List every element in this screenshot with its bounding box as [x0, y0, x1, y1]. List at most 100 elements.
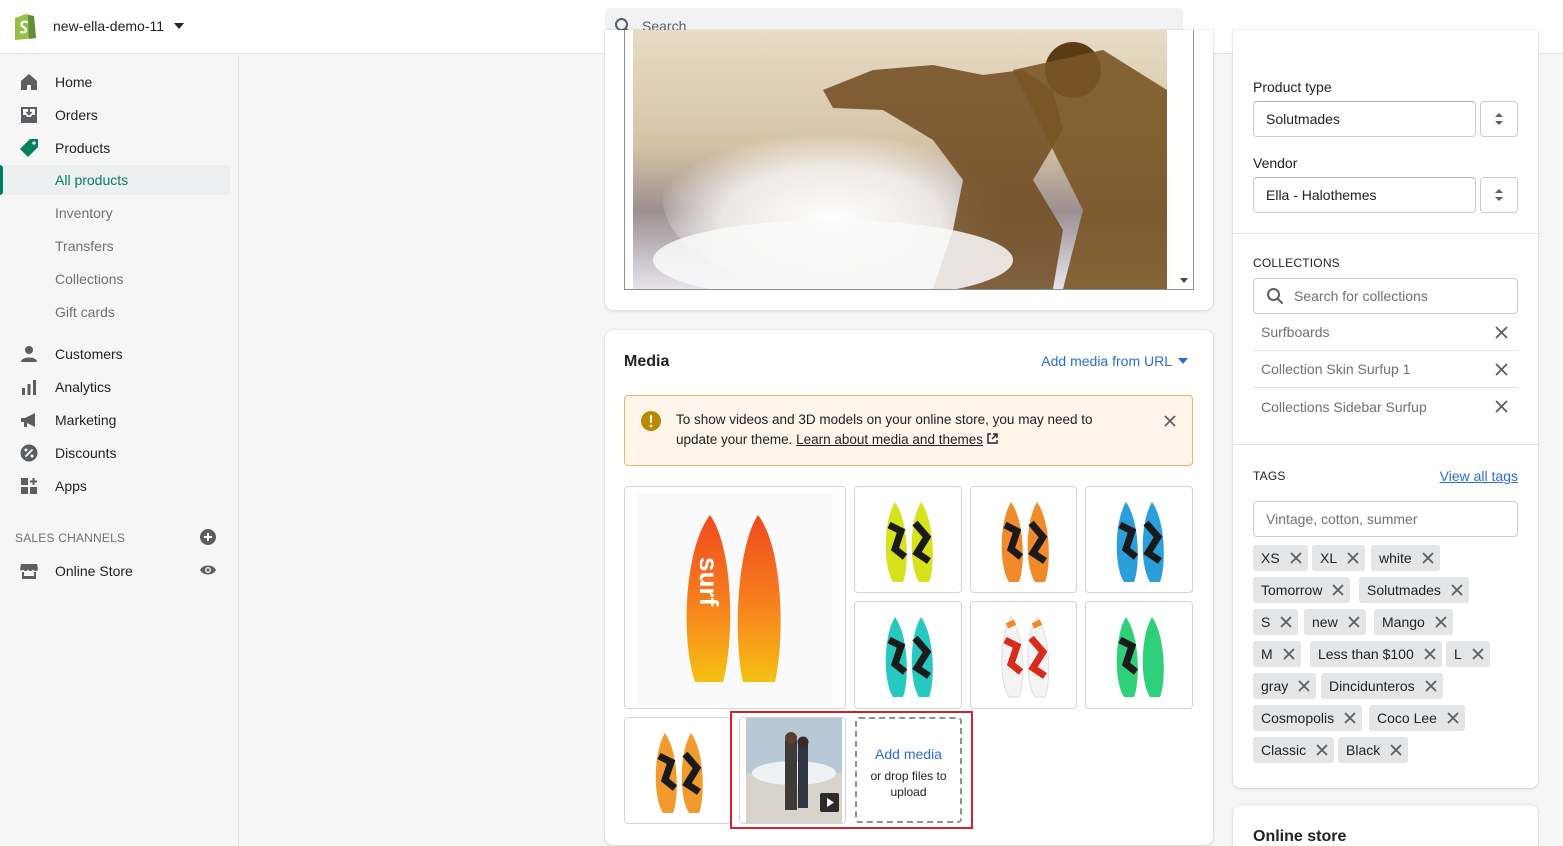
media-tile[interactable] — [1085, 486, 1193, 593]
search-icon — [1267, 288, 1283, 304]
sidebar-item-apps[interactable]: Apps — [0, 473, 239, 499]
sidebar-subitem-collections[interactable]: Collections — [0, 264, 230, 294]
organization-card: Product type Solutmades Vendor Ella - Ha… — [1233, 30, 1538, 788]
media-tile[interactable] — [970, 601, 1077, 709]
remove-icon[interactable] — [1495, 363, 1508, 376]
view-all-tags-link[interactable]: View all tags — [1440, 468, 1518, 484]
tag-chip: Dincidunteros — [1321, 673, 1443, 699]
tags-input[interactable]: Vintage, cotton, summer — [1253, 501, 1518, 537]
tag-chip: Tomorrow — [1253, 577, 1351, 603]
sales-channels-heading: SALES CHANNELS — [15, 531, 126, 545]
tag-chip: Solutmades — [1359, 577, 1469, 603]
theme-warning-banner: To show videos and 3D models on your onl… — [624, 395, 1193, 466]
remove-icon[interactable] — [1495, 326, 1508, 339]
sidebar-item-customers[interactable]: Customers — [0, 341, 239, 367]
sidebar-item-marketing[interactable]: Marketing — [0, 407, 239, 433]
home-icon — [21, 74, 37, 90]
collection-name: Collections Sidebar Surfup — [1261, 398, 1427, 415]
remove-tag-icon[interactable] — [1280, 616, 1292, 628]
product-type-input[interactable]: Solutmades — [1253, 101, 1476, 137]
add-media-from-url-button[interactable]: Add media from URL — [1041, 353, 1188, 369]
remove-tag-icon[interactable] — [1424, 648, 1436, 660]
tag-label: Black — [1346, 742, 1381, 758]
remove-tag-icon[interactable] — [1424, 680, 1437, 692]
collection-name: Surfboards — [1261, 324, 1330, 340]
tag-chip: XL — [1312, 545, 1366, 571]
tag-label: Dincidunteros — [1329, 678, 1415, 694]
tag-label: M — [1261, 646, 1273, 662]
collections-search-placeholder: Search for collections — [1294, 288, 1428, 304]
remove-tag-icon[interactable] — [1472, 648, 1484, 660]
sort-arrows-icon — [1495, 189, 1503, 201]
external-link-icon — [987, 433, 998, 444]
media-tile[interactable] — [854, 486, 962, 593]
tag-label: XL — [1320, 550, 1338, 566]
remove-tag-icon[interactable] — [1390, 744, 1402, 756]
remove-tag-icon[interactable] — [1283, 648, 1295, 660]
media-tile[interactable] — [854, 601, 962, 709]
remove-tag-icon[interactable] — [1447, 712, 1459, 724]
tag-chip: Cosmopolis — [1253, 705, 1363, 731]
tag-chip: M — [1253, 641, 1301, 667]
remove-icon[interactable] — [1495, 400, 1508, 413]
sidebar-subitem-label: All products — [55, 172, 129, 188]
sidebar-subitem-gift-cards[interactable]: Gift cards — [0, 297, 230, 327]
sidebar-item-analytics[interactable]: Analytics — [0, 374, 239, 400]
banner-message: To show videos and 3D models on your onl… — [676, 410, 1136, 450]
close-icon[interactable] — [1162, 413, 1178, 429]
sidebar-item-label: Marketing — [55, 412, 117, 428]
collections-search-input[interactable]: Search for collections — [1253, 278, 1518, 314]
surfboard-image-green — [1116, 617, 1164, 697]
sidebar-subitem-transfers[interactable]: Transfers — [0, 231, 230, 261]
rich-text-editor[interactable] — [624, 30, 1194, 290]
tag-chip: Classic — [1253, 737, 1335, 763]
editor-scrollbar[interactable] — [1175, 30, 1193, 289]
megaphone-icon — [21, 413, 35, 427]
sidebar-item-label: Analytics — [55, 379, 112, 395]
tag-label: S — [1261, 614, 1271, 630]
sidebar-item-label: Home — [55, 74, 93, 90]
tag-chip: new — [1304, 609, 1366, 635]
tag-chip: S — [1253, 609, 1299, 635]
vendor-dropdown-button[interactable] — [1480, 177, 1518, 213]
surfboard-image-teal — [885, 617, 933, 697]
remove-tag-icon[interactable] — [1451, 584, 1463, 596]
surfboard-image-blue — [1116, 502, 1164, 582]
scroll-down-arrow-icon[interactable] — [1180, 278, 1188, 283]
product-type-dropdown-button[interactable] — [1480, 101, 1518, 137]
remove-tag-icon[interactable] — [1298, 680, 1310, 692]
media-tile[interactable] — [970, 486, 1077, 593]
sidebar-item-orders[interactable]: Orders — [0, 102, 239, 128]
sidebar-item-discounts[interactable]: Discounts — [0, 440, 239, 466]
media-tile-featured[interactable]: surf — [624, 486, 846, 709]
sidebar-subitem-all-products[interactable]: All products — [0, 165, 230, 195]
surfboard-image-yellow — [885, 502, 933, 582]
remove-tag-icon[interactable] — [1290, 552, 1302, 564]
store-switcher[interactable]: new-ella-demo-11 — [12, 10, 185, 42]
divider — [1233, 233, 1538, 234]
sidebar-item-home[interactable]: Home — [0, 69, 239, 95]
learn-media-themes-link[interactable]: Learn about media and themes — [796, 432, 983, 447]
remove-tag-icon[interactable] — [1316, 744, 1328, 756]
store-name: new-ella-demo-11 — [53, 18, 165, 34]
sort-arrows-icon — [1495, 113, 1503, 125]
media-tile[interactable] — [624, 717, 731, 824]
online-store-title: Online store — [1253, 828, 1347, 845]
remove-tag-icon[interactable] — [1348, 616, 1360, 628]
remove-tag-icon[interactable] — [1435, 616, 1447, 628]
sidebar-item-products[interactable]: Products — [0, 135, 239, 161]
vendor-label: Vendor — [1253, 155, 1298, 171]
eye-icon[interactable] — [199, 561, 217, 579]
chevron-down-icon — [1178, 358, 1188, 364]
remove-tag-icon[interactable] — [1344, 712, 1356, 724]
remove-tag-icon[interactable] — [1332, 584, 1345, 596]
vendor-input[interactable]: Ella - Halothemes — [1253, 177, 1476, 213]
add-circle-icon[interactable] — [199, 528, 217, 546]
sidebar-subitem-inventory[interactable]: Inventory — [0, 198, 230, 228]
chevron-down-icon — [174, 23, 185, 29]
tag-chip: Black — [1338, 737, 1409, 763]
media-tile[interactable] — [1085, 601, 1193, 709]
tag-label: Cosmopolis — [1261, 710, 1335, 726]
remove-tag-icon[interactable] — [1422, 552, 1434, 564]
remove-tag-icon[interactable] — [1347, 552, 1359, 564]
